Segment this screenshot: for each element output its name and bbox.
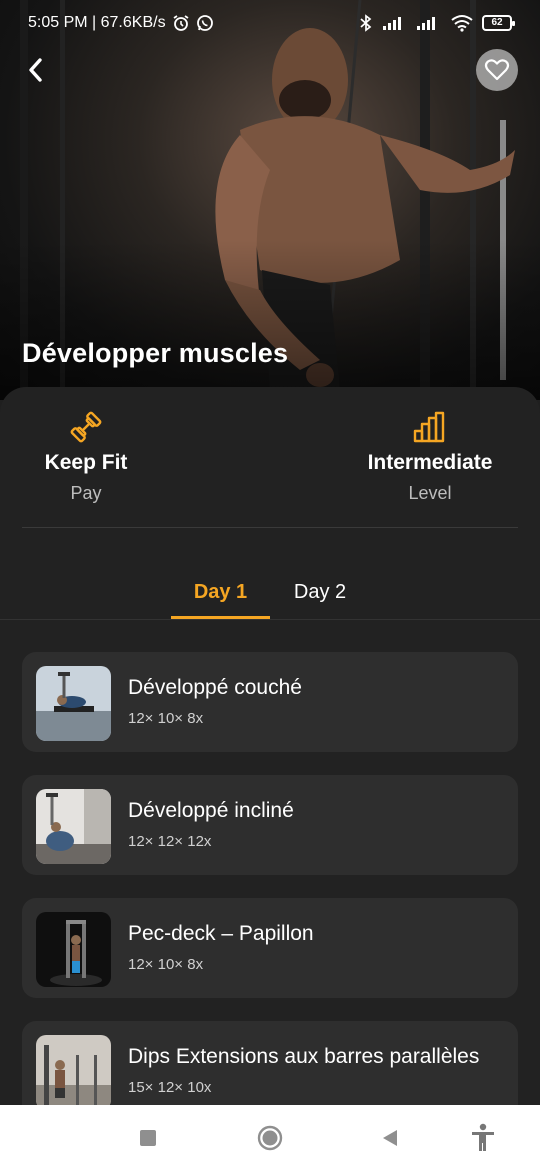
stat-level-label: Level <box>408 483 452 503</box>
day-tabs: Day 1 Day 2 <box>0 573 540 619</box>
stats-row: Keep Fit Pay Intermediate Level <box>0 387 540 527</box>
exercise-card[interactable]: Développé couché 12× 10× 8x <box>22 652 518 752</box>
recents-button[interactable] <box>131 1121 165 1155</box>
back-nav-button[interactable] <box>373 1121 407 1155</box>
exercise-list: Développé couché 12× 10× 8x Développé in… <box>22 652 518 1144</box>
exercise-thumbnail <box>36 789 111 864</box>
stat-goal-label: Pay <box>70 483 102 503</box>
status-right: 62 <box>358 14 515 32</box>
level-bars-icon <box>413 411 445 443</box>
exercise-thumbnail <box>36 1035 111 1110</box>
stat-level-value: Intermediate <box>367 451 493 474</box>
divider <box>22 527 518 528</box>
exercise-card[interactable]: Développé incliné 12× 12× 12x <box>22 775 518 875</box>
tab-day-2[interactable]: Day 2 <box>272 573 368 619</box>
exercise-thumbnail <box>36 666 111 741</box>
screen: 5:05 PM | 67.6KB/s 62 Développer muscles… <box>0 0 540 1170</box>
system-nav-bar <box>0 1105 540 1170</box>
exercise-title: Développé incliné <box>128 799 294 822</box>
status-bar: 5:05 PM | 67.6KB/s 62 <box>0 0 540 46</box>
tab-day-1[interactable]: Day 1 <box>171 573 270 619</box>
dumbbell-icon <box>70 411 102 443</box>
back-button[interactable] <box>16 50 56 90</box>
signal-icon-2 <box>417 17 435 30</box>
wifi-icon <box>451 15 473 32</box>
recents-square-icon <box>140 1130 156 1146</box>
exercise-thumbnail <box>36 912 111 987</box>
exercise-reps: 12× 12× 12x <box>128 833 212 850</box>
exercise-reps: 12× 10× 8x <box>128 710 204 727</box>
stat-level: Intermediate Level <box>340 409 520 504</box>
status-left: 5:05 PM | 67.6KB/s <box>28 14 214 32</box>
battery-icon: 62 <box>482 15 515 31</box>
favorite-button[interactable] <box>476 49 518 91</box>
exercise-title: Dips Extensions aux barres parallèles <box>128 1045 480 1068</box>
whatsapp-icon <box>196 15 213 31</box>
stat-goal: Keep Fit Pay <box>0 409 176 504</box>
exercise-title: Pec-deck – Papillon <box>128 922 314 945</box>
exercise-reps: 12× 10× 8x <box>128 956 204 973</box>
tabs-divider <box>0 619 540 620</box>
accessibility-button[interactable] <box>466 1121 500 1155</box>
chevron-left-icon <box>29 58 42 82</box>
alarm-icon <box>173 15 189 31</box>
workout-sheet: Keep Fit Pay Intermediate Level Day 1 Da… <box>0 387 540 1170</box>
back-triangle-icon <box>383 1130 397 1146</box>
stat-goal-value: Keep Fit <box>44 451 128 474</box>
bluetooth-icon <box>360 14 372 32</box>
accessibility-icon <box>472 1123 494 1151</box>
signal-icon <box>383 17 401 30</box>
home-circle-icon <box>257 1125 283 1151</box>
exercise-reps: 15× 12× 10x <box>128 1079 212 1096</box>
hero-gradient <box>0 240 540 400</box>
heart-icon <box>484 59 510 81</box>
exercise-title: Développé couché <box>128 676 302 699</box>
home-button[interactable] <box>253 1121 287 1155</box>
exercise-card[interactable]: Pec-deck – Papillon 12× 10× 8x <box>22 898 518 998</box>
status-time: 5:05 PM | 67.6KB/s <box>28 14 166 31</box>
page-title: Développer muscles <box>22 338 289 368</box>
